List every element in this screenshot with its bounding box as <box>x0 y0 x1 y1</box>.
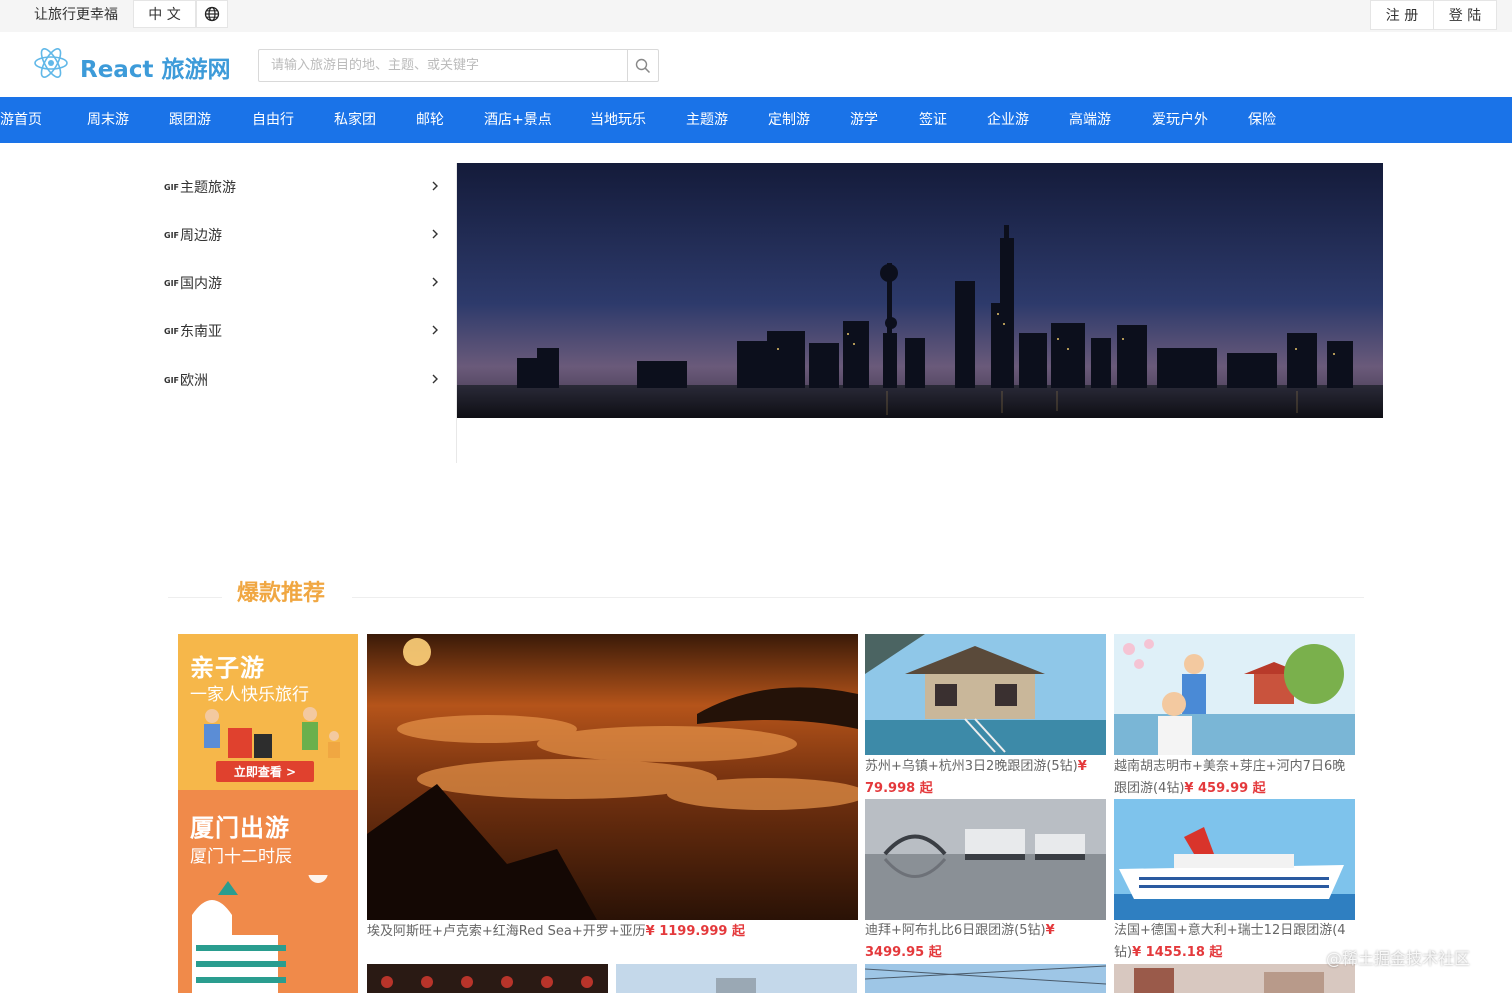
react-logo-icon[interactable] <box>32 44 70 82</box>
nav-item-home[interactable]: 旅游首页 <box>0 97 42 143</box>
register-button[interactable]: 注 册 <box>1370 0 1434 30</box>
login-button[interactable]: 登 陆 <box>1433 0 1497 30</box>
product-image[interactable] <box>367 964 608 993</box>
side-menu-label: 国内游 <box>180 276 223 292</box>
watermark: @稀土掘金技术社区 <box>1326 949 1471 968</box>
product-title: 埃及阿斯旺+卢克索+红海Red Sea+开罗+亚历 <box>367 924 646 939</box>
side-menu-item[interactable]: GIF 国内游 <box>164 271 440 295</box>
nav-item-independent[interactable]: 自由行 <box>252 97 294 143</box>
side-menu-item[interactable]: GIF 东南亚 <box>164 319 440 343</box>
chevron-right-icon <box>432 374 438 384</box>
section-title: 爆款推荐 <box>237 581 326 606</box>
header: React 旅游网 <box>0 32 1512 97</box>
nav-item-study[interactable]: 游学 <box>850 97 878 143</box>
side-menu-label: 主题旅游 <box>180 180 237 196</box>
hero-carousel-image[interactable] <box>457 163 1383 418</box>
product-image[interactable] <box>865 964 1106 993</box>
nav-item-hotel-scenic[interactable]: 酒店+景点 <box>484 97 552 143</box>
product-image[interactable] <box>865 634 1106 755</box>
nav-item-custom[interactable]: 定制游 <box>768 97 810 143</box>
search-bar <box>258 49 659 82</box>
section-divider-left <box>168 597 222 598</box>
nav-item-local-fun[interactable]: 当地玩乐 <box>590 97 646 143</box>
chevron-right-icon <box>432 229 438 239</box>
promo-subtitle: 一家人快乐旅行 <box>190 685 309 705</box>
nav-item-private[interactable]: 私家团 <box>334 97 376 143</box>
globe-icon[interactable] <box>196 0 228 28</box>
family-illustration-icon <box>204 707 340 758</box>
product-image[interactable] <box>1114 964 1355 993</box>
view-now-button[interactable]: 立即查看 > <box>216 761 314 782</box>
nav-item-weekend[interactable]: 周末游 <box>87 97 129 143</box>
product-title: 迪拜+阿布扎比6日跟团游(5钻) <box>865 923 1046 938</box>
product-image[interactable] <box>1114 634 1355 755</box>
search-icon[interactable] <box>627 50 658 81</box>
xiamen-illustration-icon <box>192 875 328 993</box>
product-price: ¥ 1199.999 起 <box>645 924 745 939</box>
chevron-right-icon <box>432 325 438 335</box>
section-divider-right <box>352 597 1364 598</box>
nav-item-group-tour[interactable]: 跟团游 <box>169 97 211 143</box>
product-image[interactable] <box>865 799 1106 920</box>
nav-item-visa[interactable]: 签证 <box>919 97 947 143</box>
product-image[interactable] <box>1114 799 1355 920</box>
language-button[interactable]: 中 文 <box>133 0 196 28</box>
product-caption[interactable]: 迪拜+阿布扎比6日跟团游(5钻)¥ 3499.95 起 <box>865 920 1106 964</box>
product-price: ¥ 459.99 起 <box>1184 781 1266 796</box>
search-input[interactable] <box>259 50 629 81</box>
nav-item-outdoor[interactable]: 爱玩户外 <box>1152 97 1208 143</box>
side-menu-item[interactable]: GIF 周边游 <box>164 223 440 247</box>
chevron-right-icon <box>432 181 438 191</box>
side-menu-item[interactable]: GIF 欧洲 <box>164 368 440 392</box>
top-bar: 让旅行更幸福 中 文 注 册 登 陆 <box>0 0 1512 32</box>
promo-family-tour[interactable]: 亲子游 一家人快乐旅行 立即查看 > <box>178 634 358 790</box>
promo-title: 亲子游 <box>190 654 265 682</box>
side-menu-label: 周边游 <box>180 228 223 244</box>
side-menu-label: 东南亚 <box>180 324 223 340</box>
product-caption[interactable]: 越南胡志明市+美奈+芽庄+河内7日6晚跟团游(4钻)¥ 459.99 起 <box>1114 756 1355 800</box>
product-title: 苏州+乌镇+杭州3日2晚跟团游(5钻) <box>865 759 1078 774</box>
promo-title: 厦门出游 <box>190 814 290 842</box>
nav-item-insurance[interactable]: 保险 <box>1248 97 1276 143</box>
product-caption[interactable]: 法国+德国+意大利+瑞士12日跟团游(4钻)¥ 1455.18 起 <box>1114 920 1355 964</box>
nav-item-enterprise[interactable]: 企业游 <box>987 97 1029 143</box>
side-menu-label: 欧洲 <box>180 373 209 389</box>
promo-xiamen-tour[interactable]: 厦门出游 厦门十二时辰 <box>178 790 358 993</box>
side-menu-item[interactable]: GIF 主题旅游 <box>164 175 440 199</box>
product-image[interactable] <box>616 964 857 993</box>
slogan: 让旅行更幸福 <box>34 7 118 23</box>
product-caption[interactable]: 苏州+乌镇+杭州3日2晚跟团游(5钻)¥ 79.998 起 <box>865 756 1106 800</box>
product-image[interactable] <box>367 634 858 920</box>
chevron-right-icon <box>432 277 438 287</box>
nav-item-cruise[interactable]: 邮轮 <box>416 97 444 143</box>
product-price: ¥ 1455.18 起 <box>1132 945 1223 960</box>
promo-subtitle: 厦门十二时辰 <box>190 847 292 867</box>
product-caption[interactable]: 埃及阿斯旺+卢克索+红海Red Sea+开罗+亚历¥ 1199.999 起 <box>367 921 858 943</box>
nav-item-theme[interactable]: 主题游 <box>686 97 728 143</box>
main-nav: 旅游首页 周末游 跟团游 自由行 私家团 邮轮 酒店+景点 当地玩乐 主题游 定… <box>0 97 1512 143</box>
nav-item-premium[interactable]: 高端游 <box>1069 97 1111 143</box>
brand-name[interactable]: React 旅游网 <box>80 50 230 84</box>
